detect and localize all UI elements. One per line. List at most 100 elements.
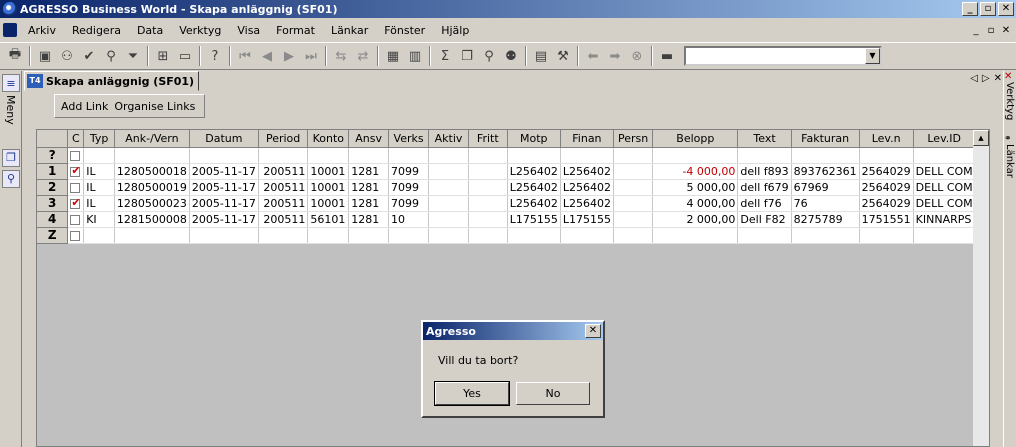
table-row[interactable]: 1 IL12805000182005-11-1720051110001128170… <box>37 163 990 180</box>
table-cell[interactable]: dell f893 <box>737 163 792 180</box>
table-cell[interactable]: 1281 <box>348 195 390 212</box>
binoculars-icon[interactable]: ⚇ <box>56 45 78 67</box>
table-cell[interactable] <box>258 147 309 164</box>
next-record-icon[interactable]: ▶ <box>278 45 300 67</box>
table-cell[interactable] <box>307 227 350 244</box>
table-cell[interactable] <box>428 163 469 180</box>
table-cell[interactable]: KINNARPS <box>913 211 976 228</box>
tab-skapa-anlaggnig[interactable]: T4 Skapa anläggnig (SF01) <box>24 71 200 91</box>
table-cell[interactable]: L175155 <box>560 211 614 228</box>
table-cell[interactable]: Dell F82 <box>737 211 792 228</box>
column-header[interactable]: Lev.n <box>859 130 914 148</box>
table-cell[interactable] <box>737 227 792 244</box>
sidebar-label-meny[interactable]: Meny <box>4 95 17 125</box>
tools-icon[interactable]: ⚒ <box>552 45 574 67</box>
table-cell[interactable]: L256402 <box>560 163 614 180</box>
table-cell[interactable] <box>560 147 614 164</box>
insert-row-icon[interactable]: ⊞ <box>152 45 174 67</box>
table-cell[interactable]: 76 <box>791 195 860 212</box>
table-cell[interactable] <box>913 227 976 244</box>
row-number[interactable]: 4 <box>37 211 69 228</box>
row-number[interactable]: Z <box>37 227 69 244</box>
table-cell[interactable] <box>913 147 976 164</box>
table-cell[interactable] <box>859 147 914 164</box>
table-cell[interactable] <box>468 227 508 244</box>
no-button[interactable]: No <box>516 382 590 405</box>
organise-links-button[interactable]: Organise Links <box>114 100 195 113</box>
bar-chart-icon[interactable]: ▥ <box>404 45 426 67</box>
column-header[interactable]: Text <box>737 130 792 148</box>
table-cell[interactable]: 1281 <box>348 179 390 196</box>
table-cell[interactable]: L256402 <box>560 195 614 212</box>
tools-close-icon[interactable]: ✕ <box>1004 71 1016 82</box>
row-number[interactable]: 3 <box>37 195 69 212</box>
table-cell[interactable]: 1281 <box>348 211 390 228</box>
table-cell[interactable] <box>83 227 115 244</box>
column-header[interactable]: Motp <box>507 130 561 148</box>
table-cell[interactable]: 1280500018 <box>114 163 190 180</box>
menu-fonster[interactable]: Fönster <box>376 24 433 37</box>
row-number[interactable]: ? <box>37 147 69 164</box>
table-row[interactable]: ?N <box>37 147 990 164</box>
table-cell[interactable] <box>114 227 190 244</box>
column-header[interactable]: Fritt <box>468 130 508 148</box>
table-cell[interactable] <box>388 227 430 244</box>
table-cell[interactable]: 2005-11-17 <box>189 211 259 228</box>
table-cell[interactable] <box>348 147 390 164</box>
split-icon[interactable]: ⇆ <box>330 45 352 67</box>
table-cell[interactable] <box>468 195 508 212</box>
documents-icon[interactable]: ❐ <box>2 148 20 167</box>
table-cell[interactable] <box>613 227 654 244</box>
table-cell[interactable] <box>613 179 654 196</box>
row-checkbox[interactable] <box>70 182 81 193</box>
table-cell[interactable]: 2564029 <box>859 163 914 180</box>
search-people-icon[interactable]: ⚉ <box>500 45 522 67</box>
table-cell[interactable]: 1280500023 <box>114 195 190 212</box>
table-cell[interactable] <box>307 147 350 164</box>
table-cell[interactable]: 4 000,00 <box>652 195 739 212</box>
table-cell[interactable]: L256402 <box>560 179 614 196</box>
table-cell[interactable]: KI <box>83 211 115 228</box>
table-cell[interactable] <box>189 227 259 244</box>
table-cell[interactable] <box>652 147 739 164</box>
table-cell[interactable]: IL <box>83 179 115 196</box>
table-cell[interactable]: 67969 <box>791 179 860 196</box>
table-cell[interactable]: 10001 <box>307 163 350 180</box>
table-row[interactable]: 3 IL12805000232005-11-1720051110001128170… <box>37 195 990 212</box>
tab-next-icon[interactable]: ▷ <box>982 73 990 84</box>
table-cell[interactable]: 2 000,00 <box>652 211 739 228</box>
menu-panel-icon[interactable]: ≡ <box>2 74 20 92</box>
table-cell[interactable] <box>258 227 309 244</box>
table-cell[interactable] <box>428 211 469 228</box>
row-checkbox[interactable] <box>70 196 81 209</box>
mdi-minimize-button[interactable]: _ <box>969 25 983 36</box>
search-icon[interactable]: ⚲ <box>2 169 20 188</box>
window-icon[interactable]: ▤ <box>530 45 552 67</box>
table-cell[interactable]: 1751551 <box>859 211 914 228</box>
table-cell[interactable]: 200511 <box>258 211 309 228</box>
help-icon[interactable]: ? <box>204 45 226 67</box>
table-cell[interactable] <box>388 147 430 164</box>
column-header[interactable]: Datum <box>189 130 259 148</box>
column-header[interactable]: Period <box>258 130 309 148</box>
document-system-icon[interactable] <box>3 23 17 37</box>
sum-icon[interactable]: Σ <box>434 45 456 67</box>
back-arrow-icon[interactable]: ⬅ <box>582 45 604 67</box>
mdi-restore-button[interactable]: ▫ <box>984 25 998 36</box>
table-cell[interactable] <box>114 147 190 164</box>
table-cell[interactable]: 1280500019 <box>114 179 190 196</box>
table-cell[interactable]: dell f679 <box>737 179 792 196</box>
menu-arkiv[interactable]: Arkiv <box>20 24 64 37</box>
forward-arrow-icon[interactable]: ➡ <box>604 45 626 67</box>
table-cell[interactable] <box>859 227 914 244</box>
table-cell[interactable] <box>428 147 469 164</box>
column-header[interactable]: Ansv <box>348 130 390 148</box>
row-number[interactable]: 2 <box>37 179 69 196</box>
table-cell[interactable] <box>737 147 792 164</box>
sidebar-label-verktyg[interactable]: Verktyg <box>1004 82 1015 120</box>
table-cell[interactable]: 2564029 <box>859 179 914 196</box>
table-cell[interactable]: 7099 <box>388 195 430 212</box>
print-icon[interactable]: 🖶 <box>4 45 26 67</box>
column-header[interactable]: Verks <box>388 130 430 148</box>
vertical-scrollbar[interactable]: ▲ <box>973 130 989 446</box>
